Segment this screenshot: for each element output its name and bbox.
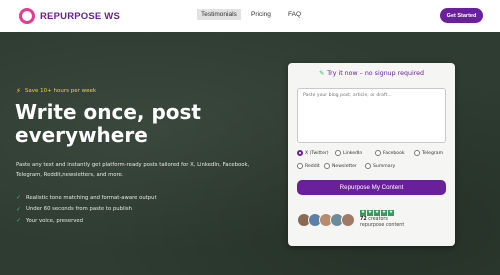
rating: ★ ★ ★ ★ ★ 72 creators repurpose content (360, 210, 410, 229)
platform-option-x[interactable]: X (Twitter) (297, 150, 335, 156)
platform-option-reddit[interactable]: Reddit (297, 163, 324, 169)
creators-caption: 72 creators repurpose content (360, 217, 410, 229)
radio-icon[interactable] (324, 163, 330, 169)
platform-option-newsletter[interactable]: Newsletter (324, 163, 365, 169)
nav-pricing[interactable]: Pricing (251, 11, 271, 18)
try-it-card: ✎Try it now – no signup required X (Twit… (288, 63, 455, 246)
platform-option-linkedin[interactable]: LinkedIn (335, 150, 375, 156)
platform-label: Telegram (422, 150, 444, 156)
star-icon: ★ (374, 210, 380, 216)
star-icon: ★ (381, 210, 387, 216)
platform-option-telegram[interactable]: Telegram (414, 150, 443, 156)
star-icon: ★ (388, 210, 394, 216)
radio-icon[interactable] (365, 163, 371, 169)
hero-headline: Write once, post everywhere (15, 100, 201, 147)
feature-list: ✓ Realistic tone matching and format-awa… (16, 192, 157, 227)
feature-text: Under 60 seconds from paste to publish (26, 206, 133, 213)
star-icon: ★ (367, 210, 373, 216)
feature-item: ✓ Under 60 seconds from paste to publish (16, 204, 157, 216)
radio-icon[interactable] (335, 150, 341, 156)
get-started-button[interactable]: Get Started (440, 8, 483, 23)
content-textarea[interactable] (297, 88, 446, 143)
check-icon: ✓ (16, 194, 22, 202)
creators-count: 72 (360, 217, 367, 222)
platform-label: Newsletter (332, 163, 357, 169)
top-navigation: REPURPOSE WS Testimonials Pricing FAQ Ge… (0, 0, 500, 32)
creator-avatars (297, 212, 355, 227)
card-title-text: Try it now – no signup required (327, 70, 425, 77)
repurpose-button[interactable]: Repurpose My Content (297, 180, 446, 195)
feature-text: Your voice, preserved (26, 217, 84, 224)
hero-description: Paste any text and instantly get platfor… (16, 162, 250, 178)
star-rating: ★ ★ ★ ★ ★ (360, 210, 410, 216)
pen-icon: ✎ (318, 70, 325, 77)
time-saving-badge: ⚡ Save 10+ hours per week (16, 87, 96, 95)
platform-label: Summary (373, 163, 396, 169)
nav-faq[interactable]: FAQ (288, 11, 301, 18)
creators-text: creators repurpose content (360, 217, 405, 228)
radio-icon[interactable] (414, 150, 420, 156)
platform-label: Reddit (305, 163, 320, 169)
social-proof: ★ ★ ★ ★ ★ 72 creators repurpose content (297, 210, 410, 229)
check-icon: ✓ (16, 205, 22, 213)
radio-selected-icon[interactable] (297, 150, 303, 156)
platform-options-row-2: Reddit Newsletter Summary (297, 163, 395, 169)
platform-label: X (Twitter) (305, 150, 329, 156)
check-icon: ✓ (16, 217, 22, 225)
brand[interactable]: REPURPOSE WS (19, 8, 120, 24)
feature-text: Realistic tone matching and format-aware… (26, 194, 157, 201)
platform-option-summary[interactable]: Summary (365, 163, 395, 169)
feature-item: ✓ Realistic tone matching and format-awa… (16, 192, 157, 204)
platform-option-facebook[interactable]: Facebook (375, 150, 414, 156)
platform-label: LinkedIn (343, 150, 363, 156)
platform-label: Facebook (383, 150, 405, 156)
feature-item: ✓ Your voice, preserved (16, 215, 157, 227)
star-icon: ★ (360, 210, 366, 216)
radio-icon[interactable] (375, 150, 381, 156)
ring-logo-icon (19, 8, 35, 24)
brand-name: REPURPOSE WS (40, 10, 120, 22)
avatar (341, 212, 355, 227)
platform-options-row-1: X (Twitter) LinkedIn Facebook Telegram (297, 150, 443, 156)
radio-icon[interactable] (297, 163, 303, 169)
nav-testimonials[interactable]: Testimonials (197, 9, 241, 20)
card-title: ✎ Try it now – no signup required (288, 70, 455, 77)
lightning-bolt-icon: ⚡ (16, 87, 21, 95)
badge-text: Save 10+ hours per week (24, 88, 97, 94)
